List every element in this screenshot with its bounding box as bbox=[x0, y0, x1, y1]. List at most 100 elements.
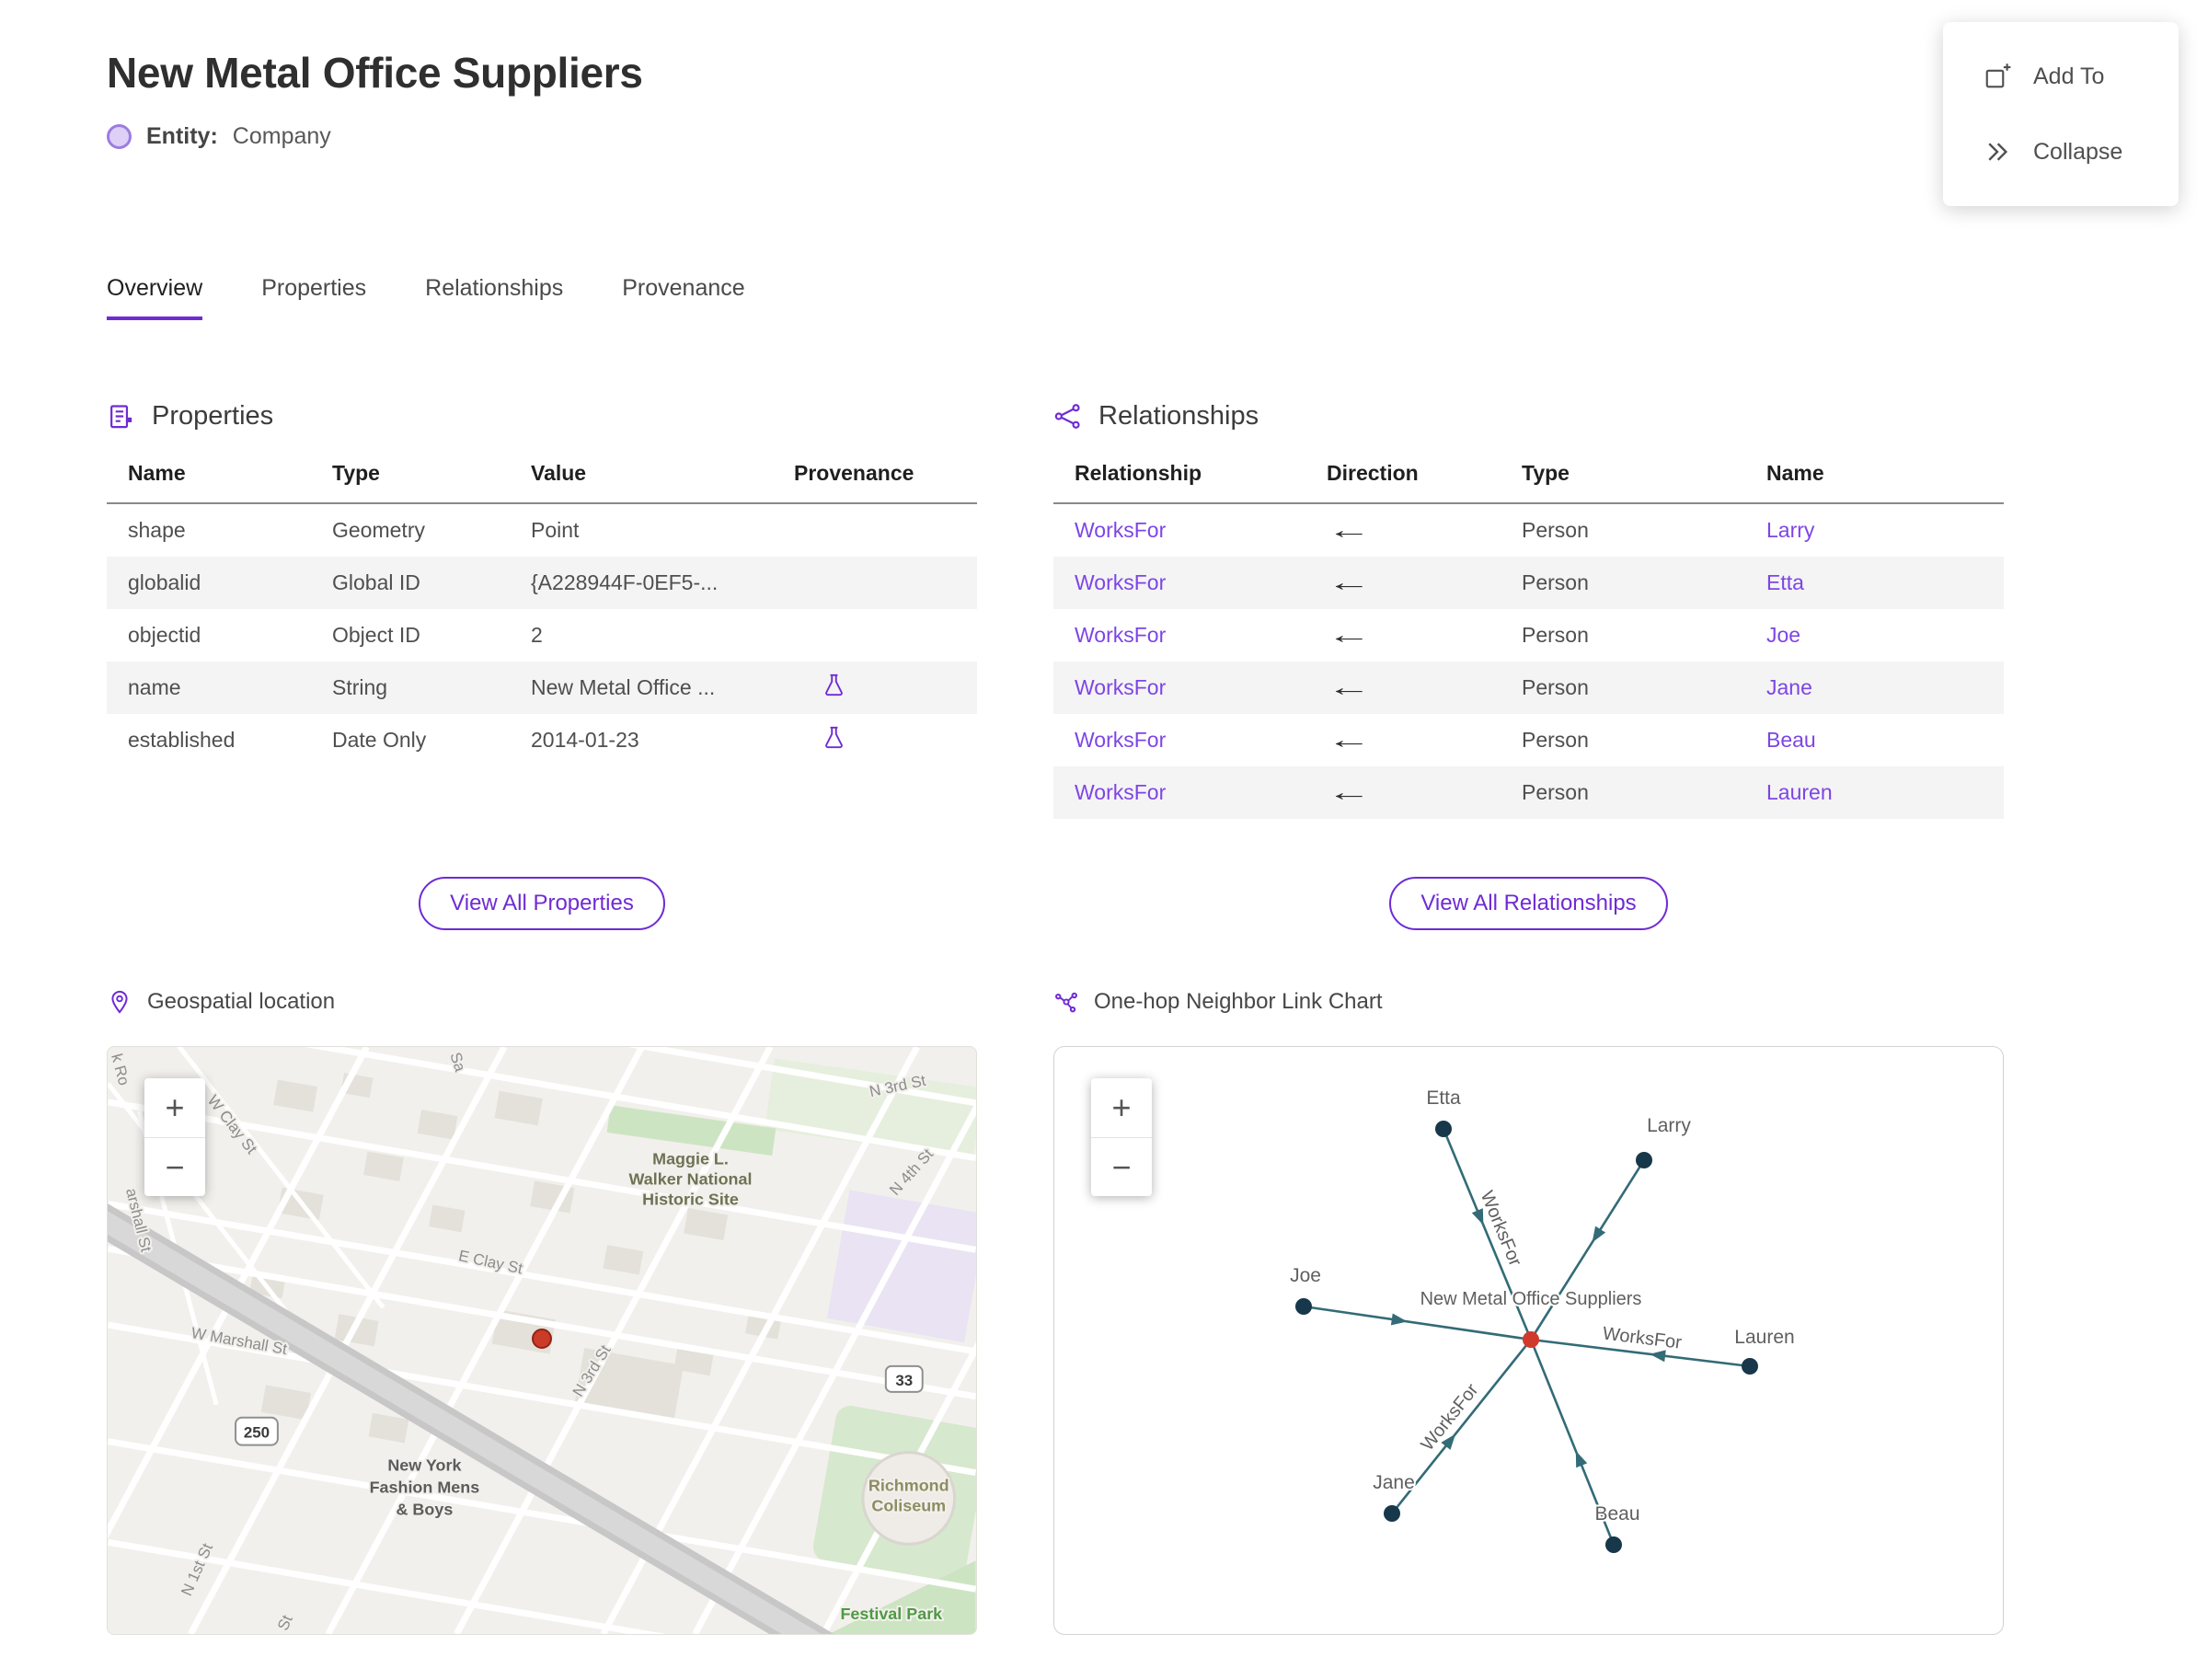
column-header-type: Type bbox=[332, 461, 380, 485]
collapse-button[interactable]: Collapse bbox=[1943, 114, 2179, 190]
relationship-row: WorksFor ← Person Joe bbox=[1053, 609, 2004, 662]
location-marker[interactable] bbox=[532, 1329, 552, 1349]
chart-node[interactable] bbox=[1636, 1152, 1652, 1168]
add-to-button[interactable]: Add To bbox=[1943, 39, 2179, 114]
poi-label-ny-fashion: Fashion Mens bbox=[370, 1478, 480, 1496]
chart-zoom-out-button[interactable]: − bbox=[1091, 1137, 1152, 1196]
route-shield-33: 33 bbox=[884, 1364, 924, 1393]
entity-type-value: Company bbox=[232, 123, 331, 149]
properties-table: Name Type Value Provenance shape Geometr… bbox=[107, 454, 977, 820]
poi-label-maggie: Historic Site bbox=[642, 1190, 739, 1208]
related-entity-link[interactable]: Beau bbox=[1766, 728, 2004, 753]
property-type: Date Only bbox=[332, 728, 427, 752]
property-name: objectid bbox=[128, 623, 201, 647]
column-header-provenance: Provenance bbox=[794, 461, 914, 485]
chart-zoom-in-button[interactable]: + bbox=[1091, 1078, 1152, 1137]
chart-node[interactable] bbox=[1742, 1358, 1758, 1375]
relationship-link[interactable]: WorksFor bbox=[1075, 728, 1327, 753]
relationship-link[interactable]: WorksFor bbox=[1075, 780, 1327, 805]
chart-node-label: Joe bbox=[1290, 1265, 1321, 1286]
relationships-icon bbox=[1054, 404, 1080, 429]
add-to-icon bbox=[1985, 63, 2011, 88]
geospatial-section-title: Geospatial location bbox=[147, 989, 336, 1014]
chart-node-label: Jane bbox=[1373, 1472, 1415, 1493]
related-entity-link[interactable]: Etta bbox=[1766, 570, 2004, 595]
direction-arrow: ← bbox=[1327, 726, 1372, 754]
chart-node[interactable] bbox=[1295, 1298, 1312, 1315]
related-entity-link[interactable]: Lauren bbox=[1766, 780, 2004, 805]
property-row: name String New Metal Office ... bbox=[107, 662, 977, 714]
relationship-link[interactable]: WorksFor bbox=[1075, 623, 1327, 648]
relationship-row: WorksFor ← Person Beau bbox=[1053, 714, 2004, 766]
property-row: shape Geometry Point bbox=[107, 504, 977, 557]
geospatial-section-header: Geospatial location bbox=[107, 989, 977, 1015]
property-value: {A228944F-0EF5-... bbox=[531, 570, 719, 594]
relationship-link[interactable]: WorksFor bbox=[1075, 570, 1327, 595]
map-zoom-control: + − bbox=[144, 1078, 205, 1196]
relationships-table: Relationship Direction Type Name WorksFo… bbox=[1053, 454, 2004, 820]
chart-node[interactable] bbox=[1384, 1505, 1400, 1522]
map-canvas[interactable]: 250 33 k Ro W Clay St Sa N 3rd St N 4th … bbox=[107, 1046, 977, 1635]
relationships-section-title: Relationships bbox=[1098, 401, 1259, 431]
properties-section-header: Properties bbox=[107, 401, 977, 432]
map-zoom-in-button[interactable]: + bbox=[144, 1078, 205, 1137]
relationship-link[interactable]: WorksFor bbox=[1075, 675, 1327, 700]
chart-edge[interactable] bbox=[1529, 1159, 1646, 1341]
column-header-direction: Direction bbox=[1327, 461, 1419, 485]
provenance-flask-icon[interactable] bbox=[822, 725, 846, 750]
chart-edge-arrow bbox=[1575, 1450, 1588, 1468]
link-chart-canvas[interactable]: WorksFor WorksFor WorksFor Etta Larry Joe Laur… bbox=[1053, 1046, 2004, 1635]
view-all-properties-button[interactable]: View All Properties bbox=[419, 877, 665, 930]
property-type: Object ID bbox=[332, 623, 420, 647]
poi-label-coliseum: Coliseum bbox=[871, 1496, 946, 1514]
property-type: Geometry bbox=[332, 518, 425, 542]
double-chevron-right-icon bbox=[1988, 143, 2008, 161]
route-shield-250: 250 bbox=[235, 1416, 279, 1446]
chart-edge[interactable] bbox=[1303, 1305, 1532, 1341]
column-header-name: Name bbox=[1766, 461, 1824, 485]
svg-text:33: 33 bbox=[895, 1372, 913, 1389]
chart-edge-arrow bbox=[1592, 1225, 1606, 1243]
page-title: New Metal Office Suppliers bbox=[107, 49, 643, 97]
chart-node[interactable] bbox=[1605, 1536, 1622, 1553]
chart-node-label: Lauren bbox=[1734, 1327, 1794, 1348]
property-value: 2 bbox=[531, 623, 543, 647]
related-entity-type: Person bbox=[1522, 728, 1589, 752]
tab-relationships[interactable]: Relationships bbox=[425, 275, 563, 320]
property-row: objectid Object ID 2 bbox=[107, 609, 977, 662]
chart-center-node[interactable] bbox=[1523, 1331, 1539, 1348]
related-entity-link[interactable]: Larry bbox=[1766, 518, 2004, 543]
chart-node[interactable] bbox=[1435, 1121, 1452, 1137]
property-type: String bbox=[332, 675, 388, 699]
direction-arrow: ← bbox=[1327, 778, 1372, 806]
property-name: globalid bbox=[128, 570, 201, 594]
related-entity-link[interactable]: Jane bbox=[1766, 675, 2004, 700]
property-value: Point bbox=[531, 518, 580, 542]
poi-label-coliseum: Richmond bbox=[868, 1476, 949, 1494]
property-row: established Date Only 2014-01-23 bbox=[107, 714, 977, 766]
chart-zoom-control: + − bbox=[1091, 1078, 1152, 1196]
tab-provenance[interactable]: Provenance bbox=[622, 275, 744, 320]
property-row: globalid Global ID {A228944F-0EF5-... bbox=[107, 557, 977, 609]
column-header-relationship: Relationship bbox=[1075, 461, 1202, 485]
link-chart-svg[interactable]: WorksForWorksForWorksForEttaLarryJoeLaur… bbox=[1054, 1047, 2003, 1634]
entity-type-icon bbox=[107, 124, 132, 149]
properties-icon bbox=[110, 405, 132, 429]
link-chart-section-header: One-hop Neighbor Link Chart bbox=[1053, 989, 2004, 1015]
view-all-relationships-button[interactable]: View All Relationships bbox=[1389, 877, 1668, 930]
provenance-flask-icon[interactable] bbox=[822, 673, 846, 697]
direction-arrow: ← bbox=[1327, 673, 1372, 701]
relationships-table-header: Relationship Direction Type Name bbox=[1053, 454, 2004, 504]
related-entity-link[interactable]: Joe bbox=[1766, 623, 2004, 648]
related-entity-type: Person bbox=[1522, 675, 1589, 699]
properties-table-header: Name Type Value Provenance bbox=[107, 454, 977, 504]
tab-overview[interactable]: Overview bbox=[107, 275, 203, 320]
tab-properties[interactable]: Properties bbox=[261, 275, 366, 320]
link-chart-icon bbox=[1055, 992, 1077, 1013]
property-value: New Metal Office ... bbox=[531, 675, 716, 699]
relationship-link[interactable]: WorksFor bbox=[1075, 518, 1327, 543]
map-zoom-out-button[interactable]: − bbox=[144, 1137, 205, 1196]
collapse-label: Collapse bbox=[2033, 138, 2123, 165]
tab-bar: Overview Properties Relationships Proven… bbox=[107, 275, 2208, 320]
relationship-row: WorksFor ← Person Lauren bbox=[1053, 766, 2004, 819]
